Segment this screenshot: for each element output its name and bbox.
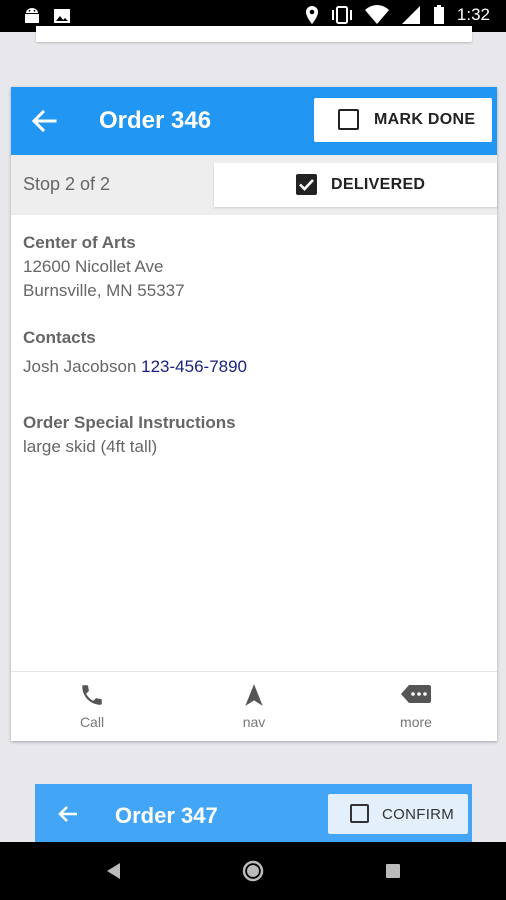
android-icon bbox=[25, 8, 39, 23]
more-icon bbox=[401, 685, 431, 703]
call-button[interactable]: Call bbox=[11, 672, 173, 742]
nav-label: nav bbox=[242, 714, 266, 730]
location-icon bbox=[305, 6, 318, 24]
battery-icon bbox=[433, 5, 444, 24]
stop-row: Stop 2 of 2 DELIVERED bbox=[11, 155, 497, 215]
instructions-heading: Order Special Instructions bbox=[23, 413, 236, 432]
stop-progress-label: Stop 2 of 2 bbox=[23, 174, 111, 194]
wifi-icon bbox=[364, 5, 389, 25]
confirm-label: CONFIRM bbox=[382, 806, 455, 823]
order-header: Order 346 MARK DONE bbox=[11, 87, 497, 155]
system-nav-bar bbox=[0, 842, 506, 900]
back-arrow-icon[interactable] bbox=[31, 109, 57, 133]
more-button[interactable]: more bbox=[335, 672, 497, 742]
signal-icon bbox=[401, 6, 420, 24]
delivered-checkbox-icon[interactable] bbox=[296, 174, 317, 195]
venue-name: Center of Arts bbox=[23, 233, 136, 252]
delivered-button[interactable]: DELIVERED bbox=[214, 163, 497, 207]
address-line-1: 12600 Nicollet Ave bbox=[23, 257, 164, 276]
contact-phone-link[interactable]: 123-456-7890 bbox=[141, 357, 247, 376]
back-triangle-icon[interactable] bbox=[102, 859, 126, 883]
image-icon bbox=[54, 9, 70, 23]
mark-done-checkbox-icon[interactable] bbox=[338, 109, 359, 130]
nav-button[interactable]: nav bbox=[173, 672, 335, 742]
instructions-text: large skid (4ft tall) bbox=[23, 437, 158, 456]
mark-done-button[interactable]: MARK DONE bbox=[314, 98, 492, 142]
order-card: Order 346 MARK DONE Stop 2 of 2 DELIVERE… bbox=[11, 87, 497, 741]
location-block: Center of Arts 12600 Nicollet Ave Burnsv… bbox=[23, 231, 483, 303]
address-line-2: Burnsville, MN 55337 bbox=[23, 281, 185, 300]
previous-order-card[interactable] bbox=[36, 26, 472, 42]
contacts-heading: Contacts bbox=[23, 328, 96, 347]
home-circle-icon[interactable] bbox=[241, 859, 265, 883]
clock-time: 1:32 bbox=[456, 5, 490, 24]
order-title: Order 346 bbox=[99, 107, 212, 134]
more-label: more bbox=[400, 714, 432, 730]
call-label: Call bbox=[79, 714, 105, 730]
confirm-button[interactable]: CONFIRM bbox=[328, 794, 468, 834]
contact-name: Josh Jacobson bbox=[23, 357, 137, 376]
recents-square-icon[interactable] bbox=[381, 859, 405, 883]
card-action-bar: Call nav more bbox=[11, 671, 497, 741]
mark-done-label: MARK DONE bbox=[374, 111, 476, 128]
back-arrow-icon[interactable] bbox=[57, 804, 79, 824]
confirm-checkbox-icon[interactable] bbox=[350, 804, 369, 823]
navigation-icon bbox=[245, 684, 263, 706]
phone-icon bbox=[82, 685, 102, 705]
next-order-title: Order 347 bbox=[115, 803, 218, 828]
vibrate-icon bbox=[331, 6, 352, 24]
next-order-card[interactable]: Order 347 CONFIRM bbox=[35, 784, 472, 842]
contact-line: Josh Jacobson 123-456-7890 bbox=[23, 357, 247, 377]
delivered-label: DELIVERED bbox=[331, 176, 426, 193]
